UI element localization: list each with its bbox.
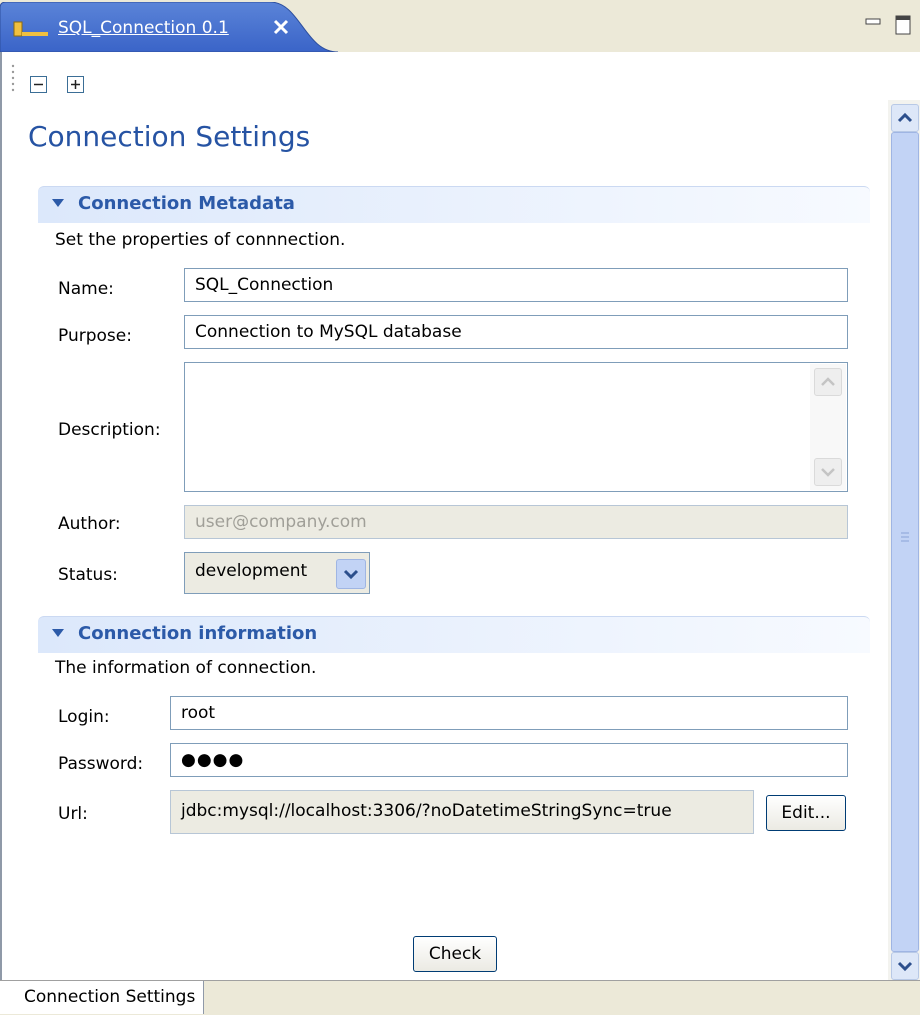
check-button[interactable]: Check: [413, 936, 497, 972]
scroll-down-icon[interactable]: [891, 952, 919, 980]
description-field[interactable]: [184, 362, 848, 492]
section-title: Connection Metadata: [78, 193, 295, 214]
editor-tab[interactable]: SQL_Connection 0.1: [0, 2, 338, 52]
password-label: Password:: [58, 754, 144, 774]
description-label: Description:: [58, 420, 161, 440]
maximize-icon[interactable]: [894, 14, 914, 41]
section-header-connection-metadata[interactable]: Connection Metadata: [38, 186, 870, 223]
description-scrollbar[interactable]: [810, 364, 846, 490]
author-label: Author:: [58, 514, 121, 534]
status-label: Status:: [58, 565, 118, 585]
login-field[interactable]: root: [170, 696, 848, 730]
minimize-icon[interactable]: [864, 14, 884, 34]
tab-title[interactable]: SQL_Connection 0.1: [58, 18, 229, 38]
collapse-all-icon[interactable]: [30, 76, 47, 93]
close-icon[interactable]: [272, 18, 292, 43]
scroll-up-icon[interactable]: [814, 368, 842, 396]
editor-tab-bar: SQL_Connection 0.1: [0, 0, 920, 52]
section-description: Set the properties of connnection.: [55, 230, 346, 250]
toolbar-grip-icon[interactable]: [10, 64, 16, 99]
status-select[interactable]: development: [184, 552, 370, 594]
bottom-tab-bar: Connection Settings: [0, 980, 920, 1015]
password-field[interactable]: ●●●●: [170, 743, 848, 777]
expand-all-icon[interactable]: [67, 76, 84, 93]
author-field: user@company.com: [184, 505, 848, 539]
scroll-down-icon[interactable]: [814, 458, 842, 486]
section-description: The information of connection.: [55, 658, 317, 678]
url-label: Url:: [58, 804, 88, 824]
purpose-label: Purpose:: [58, 326, 132, 346]
expand-triangle-icon[interactable]: [52, 629, 64, 637]
edit-button[interactable]: Edit...: [766, 795, 846, 831]
connection-icon: [12, 20, 52, 45]
section-header-connection-information[interactable]: Connection information: [38, 616, 870, 653]
dropdown-arrow-icon[interactable]: [336, 559, 366, 589]
scrollbar-thumb[interactable]: [891, 132, 919, 952]
section-title: Connection information: [78, 623, 318, 644]
name-label: Name:: [58, 279, 114, 299]
scroll-up-icon[interactable]: [891, 104, 919, 132]
editor-vertical-scrollbar[interactable]: [888, 100, 920, 980]
editor-toolbar: [0, 52, 920, 100]
url-field[interactable]: jdbc:mysql://localhost:3306/?noDatetimeS…: [170, 790, 754, 834]
login-label: Login:: [58, 707, 110, 727]
bottom-tab-connection-settings[interactable]: Connection Settings: [0, 981, 205, 1014]
page-title: Connection Settings: [28, 120, 311, 153]
expand-triangle-icon[interactable]: [52, 199, 64, 207]
status-value: development: [195, 561, 308, 581]
purpose-field[interactable]: Connection to MySQL database: [184, 315, 848, 349]
name-field[interactable]: SQL_Connection: [184, 268, 848, 302]
